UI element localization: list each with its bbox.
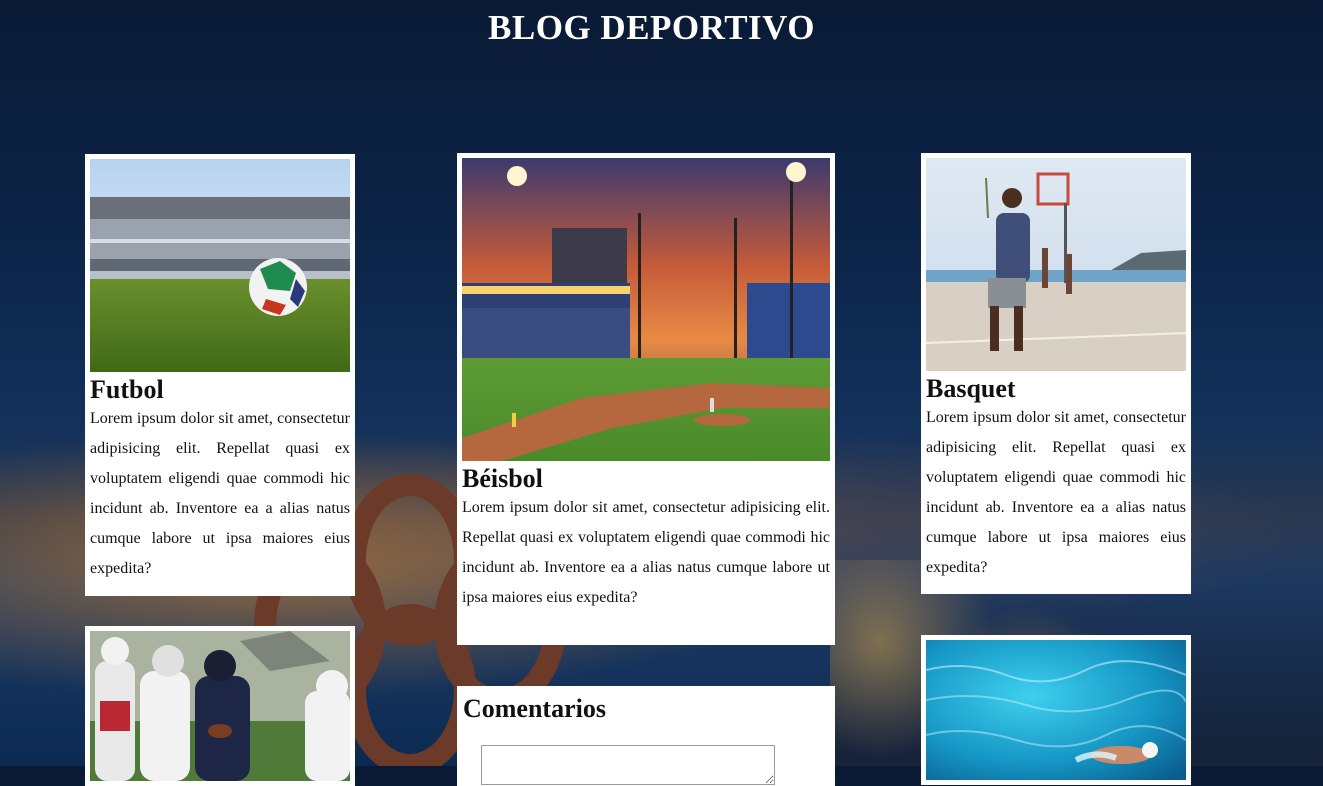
post-text: Lorem ipsum dolor sit amet, consectetur … xyxy=(462,499,830,606)
soccer-ball-stadium-image xyxy=(90,159,350,372)
post-card-beisbol[interactable]: Béisbol Lorem ipsum dolor sit amet, cons… xyxy=(457,153,835,645)
post-title: Futbol xyxy=(90,375,164,404)
post-text: Lorem ipsum dolor sit amet, consectetur … xyxy=(926,409,1186,576)
swimming-pool-image xyxy=(926,640,1186,780)
post-title: Béisbol xyxy=(462,464,543,493)
post-card-american-football[interactable] xyxy=(85,626,355,786)
page-title: BLOG DEPORTIVO xyxy=(488,8,815,47)
post-card-swimming[interactable] xyxy=(921,635,1191,785)
post-card-futbol[interactable]: Futbol Lorem ipsum dolor sit amet, conse… xyxy=(85,154,355,596)
post-title: Basquet xyxy=(926,374,1016,403)
basketball-court-image xyxy=(926,158,1186,371)
comments-section: Comentarios xyxy=(457,686,835,786)
comments-title: Comentarios xyxy=(463,694,606,723)
comment-input[interactable] xyxy=(481,745,775,785)
american-football-image xyxy=(90,631,350,781)
post-text: Lorem ipsum dolor sit amet, consectetur … xyxy=(90,410,350,577)
baseball-stadium-sunset-image xyxy=(462,158,830,461)
post-card-basquet[interactable]: Basquet Lorem ipsum dolor sit amet, cons… xyxy=(921,153,1191,594)
